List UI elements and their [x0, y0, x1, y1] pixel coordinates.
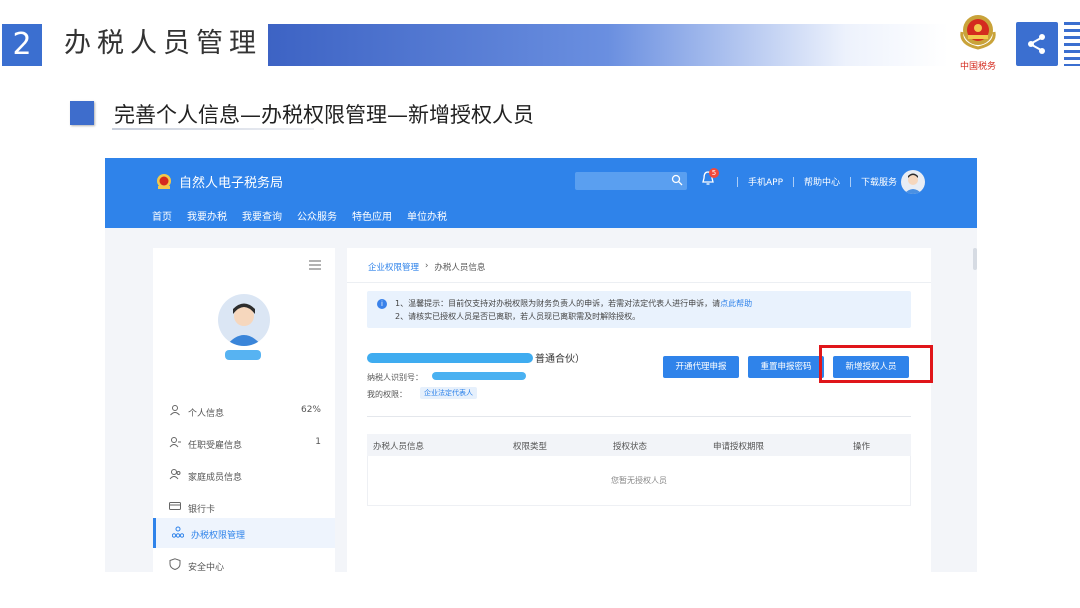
info-icon: i — [377, 299, 387, 309]
menu-tax-service[interactable]: 我要办税 — [187, 208, 227, 223]
notice-text-1: 1、温馨提示：目前仅支持对办税权限为财务负责人的申诉，若需对法定代表人进行申诉，… — [395, 299, 721, 308]
help-link[interactable]: 点此帮助 — [720, 299, 752, 308]
menu-home[interactable]: 首页 — [152, 208, 172, 223]
search-input[interactable] — [575, 172, 687, 190]
sidebar-item-security[interactable]: 安全中心 — [153, 550, 335, 572]
top-navbar: 自然人电子税务局 5 手机APP 帮助中心 下载服务 首页 我要办税 我要查询 … — [105, 158, 977, 228]
profile-sidebar: 个人信息 62% 任职受雇信息 1 家庭成员信息 银行卡 办税权限管理 安全中心 — [153, 248, 335, 572]
tin-label: 纳税人识别号： — [367, 373, 423, 382]
menu-public[interactable]: 公众服务 — [297, 208, 337, 223]
slide: 2 办税人员管理 中国税务 完善个人信息—办税权限管理—新增授权人员 自然人电子… — [0, 0, 1080, 608]
section-number: 2 — [2, 24, 42, 66]
bank-card-icon — [169, 502, 181, 510]
share-button[interactable] — [1016, 22, 1058, 66]
user-avatar[interactable] — [901, 170, 925, 194]
tax-badge-icon — [157, 173, 171, 189]
person-badge-icon — [169, 437, 181, 448]
table-empty-state: 您暂无授权人员 — [367, 456, 911, 506]
sidebar-item-label: 银行卡 — [188, 505, 216, 515]
col-header-auth-status: 授权状态 — [613, 442, 648, 452]
edge-decoration — [1064, 22, 1080, 66]
link-separator — [737, 176, 738, 187]
org-chart-icon — [172, 526, 184, 538]
link-separator — [793, 176, 795, 187]
permission-tag: 企业法定代表人 — [420, 387, 477, 399]
notification-badge: 5 — [709, 168, 719, 178]
col-header-permission-type: 权限类型 — [513, 442, 548, 452]
subtitle-underline — [112, 128, 314, 130]
sidebar-item-value: 1 — [315, 437, 321, 447]
sidebar-item-label: 办税权限管理 — [191, 531, 246, 541]
reset-declare-password-button[interactable]: 重置申报密码 — [748, 356, 824, 378]
menu-query[interactable]: 我要查询 — [242, 208, 282, 223]
org-name-redacted — [367, 353, 533, 363]
open-agent-declare-button[interactable]: 开通代理申报 — [663, 356, 739, 378]
sidebar-item-label: 家庭成员信息 — [188, 473, 243, 483]
highlight-box — [819, 345, 933, 383]
share-icon — [1028, 34, 1045, 54]
top-links: 手机APP 帮助中心 下载服务 — [727, 175, 897, 188]
profile-name-redacted — [225, 350, 261, 360]
sidebar-item-label: 个人信息 — [188, 409, 225, 419]
link-help-center[interactable]: 帮助中心 — [804, 175, 840, 188]
title-gradient-bar — [268, 24, 948, 66]
main-menu: 首页 我要办税 我要查询 公众服务 特色应用 单位办税 — [152, 208, 462, 223]
col-header-person: 办税人员信息 — [373, 442, 425, 452]
col-header-auth-period: 申请授权期限 — [713, 442, 765, 452]
list-menu-icon[interactable] — [309, 260, 321, 270]
content-panel: 企业权限管理 › 办税人员信息 i 1、温馨提示：目前仅支持对办税权限为财务负责… — [347, 248, 933, 572]
notice-line-2: 2、请核实已授权人员是否已离职，若人员现已离职需及时解除授权。 — [395, 312, 641, 321]
sidebar-item-label: 安全中心 — [188, 563, 225, 572]
slide-subtitle: 完善个人信息—办税权限管理—新增授权人员 — [114, 103, 534, 127]
menu-special[interactable]: 特色应用 — [352, 208, 392, 223]
link-mobile-app[interactable]: 手机APP — [748, 175, 783, 188]
person-icon — [170, 405, 180, 416]
sidebar-item-employment[interactable]: 任职受雇信息 1 — [153, 428, 335, 458]
sidebar-item-personal-info[interactable]: 个人信息 62% — [153, 396, 335, 426]
breadcrumb-parent[interactable]: 企业权限管理 — [368, 261, 419, 273]
col-header-actions: 操作 — [853, 442, 871, 452]
chevron-right-icon: › — [425, 261, 429, 271]
profile-avatar — [218, 294, 270, 346]
emblem-text: 中国税务 — [960, 60, 996, 72]
breadcrumb: 企业权限管理 › 办税人员信息 — [368, 261, 485, 273]
brand[interactable]: 自然人电子税务局 — [155, 172, 283, 191]
brand-name: 自然人电子税务局 — [179, 176, 284, 191]
tax-emblem-logo: 中国税务 — [954, 10, 1002, 74]
section-title: 办税人员管理 — [64, 28, 262, 59]
app-screenshot: 自然人电子税务局 5 手机APP 帮助中心 下载服务 首页 我要办税 我要查询 … — [105, 158, 977, 572]
sidebar-item-value: 62% — [300, 405, 321, 415]
breadcrumb-divider — [347, 282, 931, 283]
shield-icon — [169, 558, 181, 570]
notice-line-1: 1、温馨提示：目前仅支持对办税权限为财务负责人的申诉，若需对法定代表人进行申诉，… — [395, 298, 752, 309]
tin-redacted — [432, 372, 526, 380]
link-download[interactable]: 下载服务 — [861, 175, 897, 188]
scrollbar-thumb[interactable] — [973, 248, 977, 270]
link-separator — [850, 176, 852, 187]
family-icon — [169, 469, 181, 480]
org-name-suffix: 普通合伙） — [535, 354, 585, 365]
bullet-square — [70, 101, 94, 125]
breadcrumb-current: 办税人员信息 — [434, 263, 486, 273]
notice-box: i 1、温馨提示：目前仅支持对办税权限为财务负责人的申诉，若需对法定代表人进行申… — [367, 291, 911, 328]
search-icon — [671, 174, 683, 186]
menu-unit[interactable]: 单位办税 — [407, 208, 447, 223]
sidebar-item-family[interactable]: 家庭成员信息 — [153, 460, 335, 490]
permission-label: 我的权限： — [367, 390, 407, 399]
sidebar-item-label: 任职受雇信息 — [188, 441, 243, 451]
table-header: 办税人员信息 权限类型 授权状态 申请授权期限 操作 — [367, 434, 911, 456]
sidebar-item-tax-permission[interactable]: 办税权限管理 — [153, 518, 335, 548]
section-divider — [367, 416, 911, 417]
